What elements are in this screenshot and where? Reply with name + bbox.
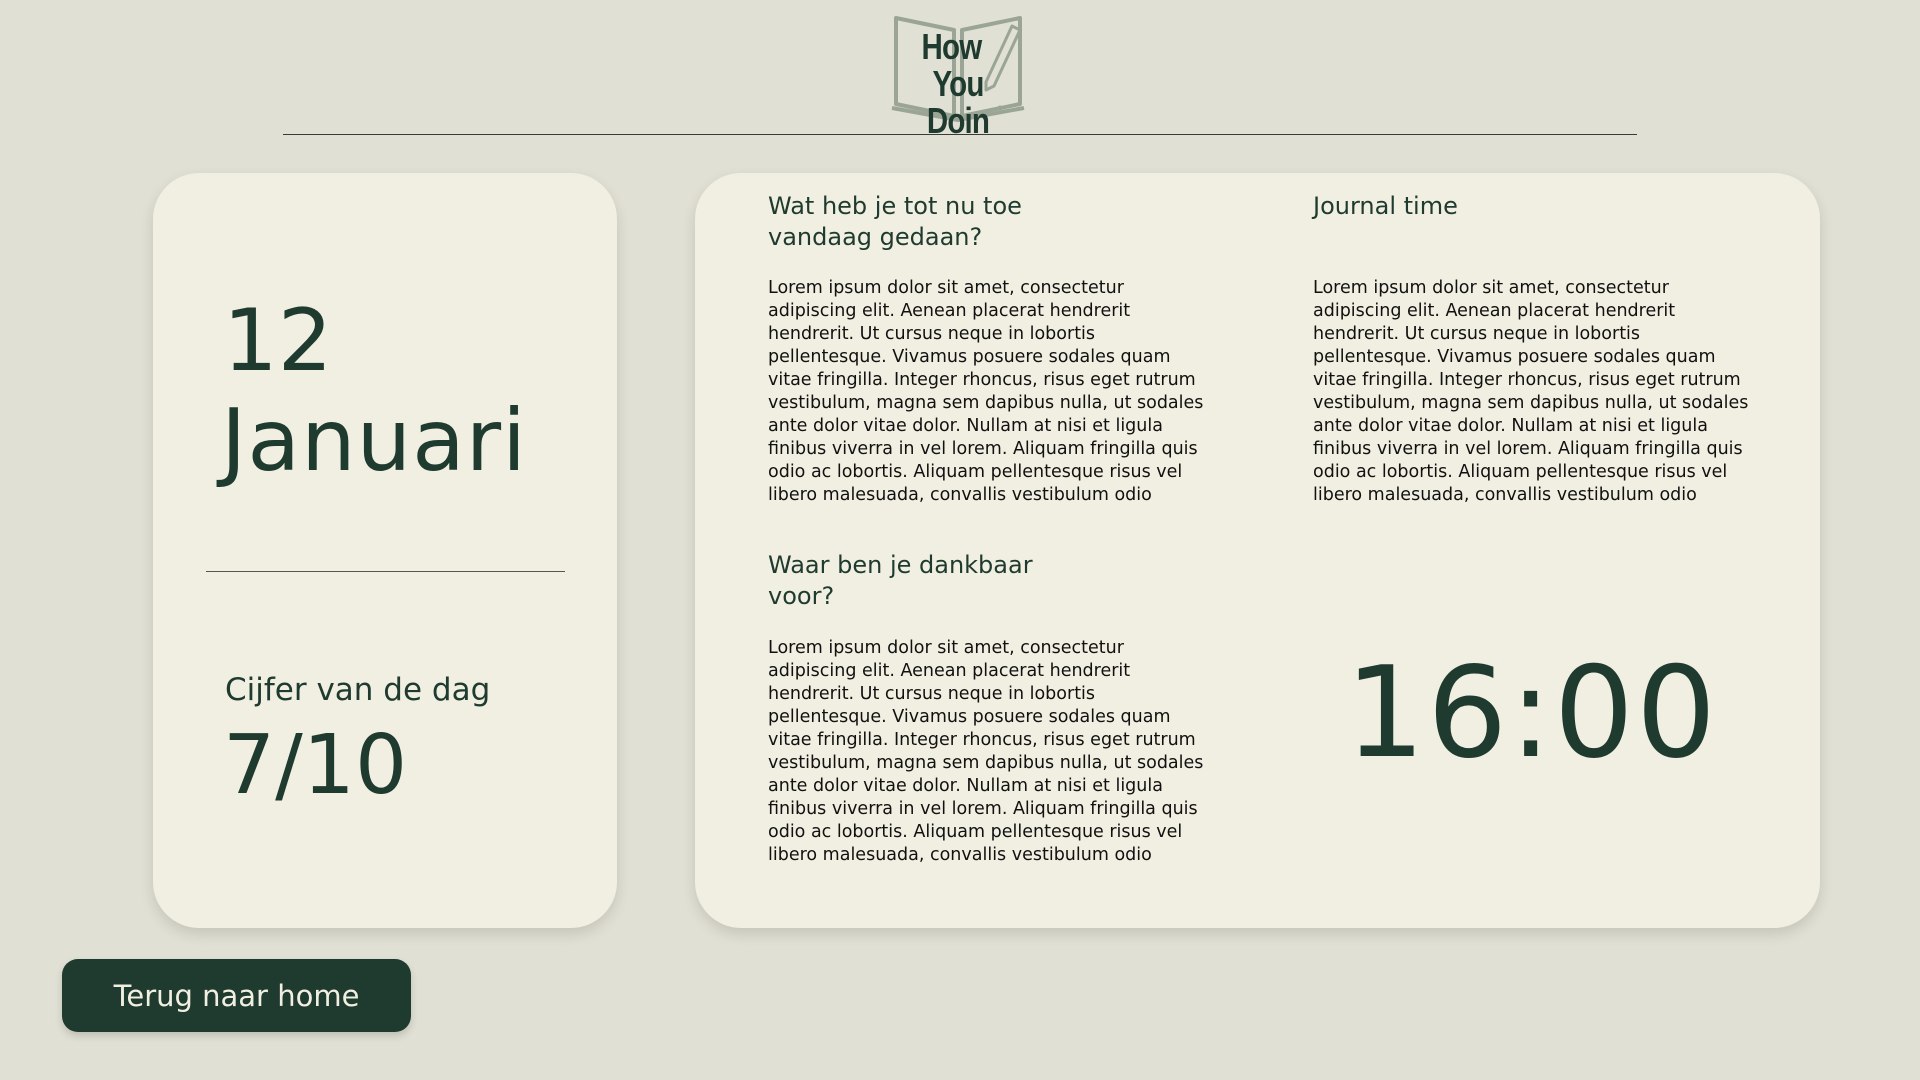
day-score-value: 7/10 — [223, 718, 408, 813]
date-card: 12 Januari Cijfer van de dag 7/10 — [153, 173, 617, 928]
journal-time-title: Journal time — [1313, 192, 1458, 220]
grateful-text: Lorem ipsum dolor sit amet, consectetur … — [768, 638, 1204, 865]
journal-card: Wat heb je tot nu toe vandaag gedaan? Lo… — [695, 173, 1820, 928]
header-divider — [283, 134, 1637, 135]
date-month: Januari — [221, 391, 528, 491]
grateful-title: Waar ben je dankbaar voor? — [768, 551, 1033, 610]
logo-word-you: You — [932, 63, 984, 104]
done-today-text: Lorem ipsum dolor sit amet, consectetur … — [768, 278, 1204, 505]
logo-wordmark: HowYou Doin — [901, 28, 1016, 139]
journal-time-text: Lorem ipsum dolor sit amet, consectetur … — [1313, 278, 1749, 505]
page: HowYou Doin 12 Januari Cijfer van de dag… — [0, 0, 1920, 1080]
date-day: 12 — [223, 291, 333, 391]
date-card-divider — [206, 571, 565, 572]
back-to-home-button[interactable]: Terug naar home — [62, 959, 411, 1032]
logo[interactable]: HowYou Doin — [888, 12, 1028, 139]
clock-time: 16:00 — [1345, 639, 1719, 786]
done-today-title: Wat heb je tot nu toe vandaag gedaan? — [768, 192, 1022, 251]
day-score-label: Cijfer van de dag — [225, 672, 491, 708]
logo-word-how: How — [921, 26, 983, 67]
